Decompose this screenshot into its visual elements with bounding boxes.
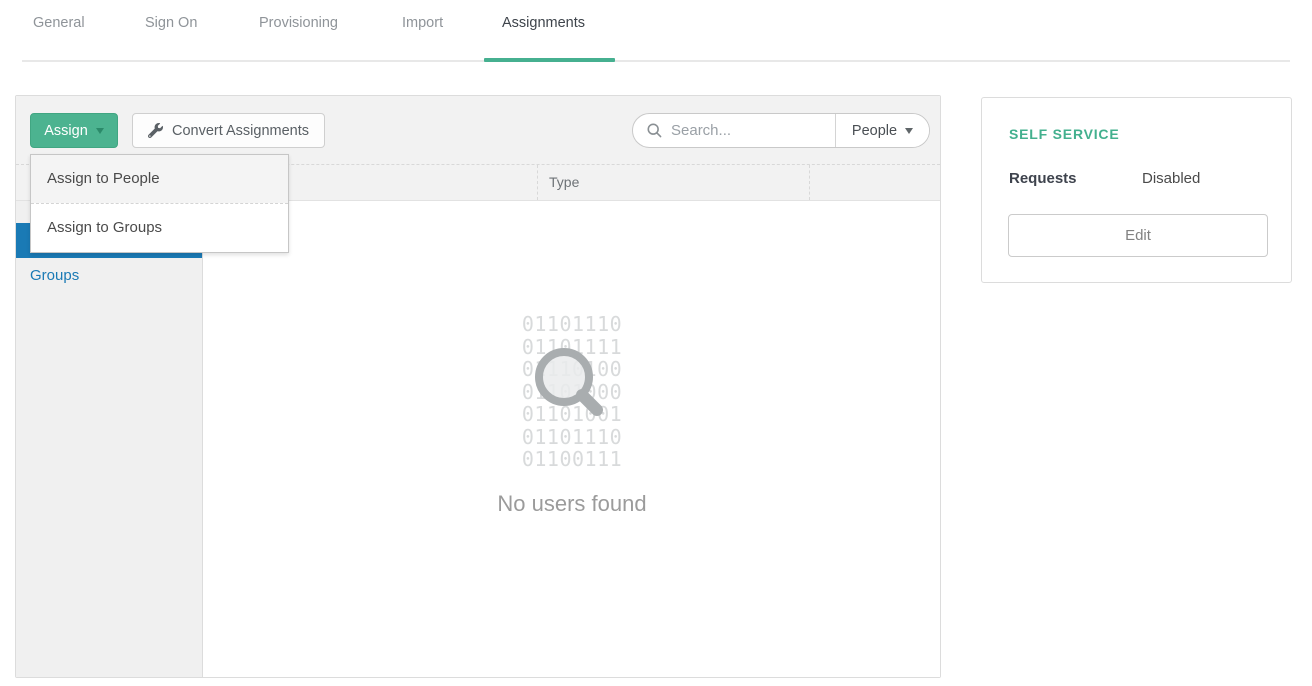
app-assignments-page: General Sign On Provisioning Import Assi…: [0, 0, 1312, 686]
requests-label: Requests: [1009, 170, 1077, 187]
self-service-title: SELF SERVICE: [1009, 126, 1119, 142]
type-column-header: Type: [549, 165, 579, 200]
tabbar-divider: [22, 60, 1290, 62]
self-service-panel: SELF SERVICE Requests Disabled Edit: [981, 97, 1292, 283]
edit-button[interactable]: Edit: [1008, 214, 1268, 257]
convert-assignments-label: Convert Assignments: [172, 123, 309, 139]
assignment-filters-sidebar: People Groups: [16, 201, 203, 677]
column-divider: [537, 165, 538, 200]
app-tab-bar: General Sign On Provisioning Import Assi…: [0, 0, 1312, 62]
convert-assignments-button[interactable]: Convert Assignments: [132, 113, 325, 148]
search-scope-dropdown[interactable]: People: [836, 114, 929, 147]
requests-status-value: Disabled: [1142, 170, 1200, 187]
assign-dropdown-menu: Assign to People Assign to Groups: [30, 154, 289, 253]
magnifier-icon: [526, 339, 618, 431]
chevron-down-icon: [96, 128, 104, 134]
menu-item-assign-to-groups[interactable]: Assign to Groups: [31, 204, 288, 252]
active-tab-underline: [484, 58, 615, 62]
tab-import[interactable]: Import: [402, 15, 443, 31]
search-group: People: [632, 113, 930, 148]
tab-assignments[interactable]: Assignments: [502, 15, 585, 31]
wrench-icon: [148, 123, 163, 138]
assign-button[interactable]: Assign: [30, 113, 118, 148]
search-scope-label: People: [852, 123, 897, 139]
empty-state: 01101110 01101111 01110100 01101000 0110…: [497, 313, 646, 517]
assignments-body: People Groups 01101110 01101111 01110100…: [16, 201, 940, 677]
tab-general[interactable]: General: [33, 15, 85, 31]
menu-item-assign-to-people[interactable]: Assign to People: [31, 155, 288, 203]
assign-button-label: Assign: [44, 123, 88, 139]
binary-line: 01101110: [522, 313, 622, 336]
chevron-down-icon: [905, 128, 913, 134]
search-icon: [646, 122, 663, 139]
column-divider: [809, 165, 810, 200]
tab-provisioning[interactable]: Provisioning: [259, 15, 338, 31]
search-input[interactable]: [663, 122, 835, 139]
binary-art: 01101110 01101111 01110100 01101000 0110…: [522, 313, 622, 471]
sidebar-item-groups[interactable]: Groups: [16, 258, 202, 293]
no-users-found-message: No users found: [497, 491, 646, 517]
binary-line: 01100111: [522, 448, 622, 471]
tab-sign-on[interactable]: Sign On: [145, 15, 197, 31]
assignments-table-content: 01101110 01101111 01110100 01101000 0110…: [204, 201, 940, 677]
